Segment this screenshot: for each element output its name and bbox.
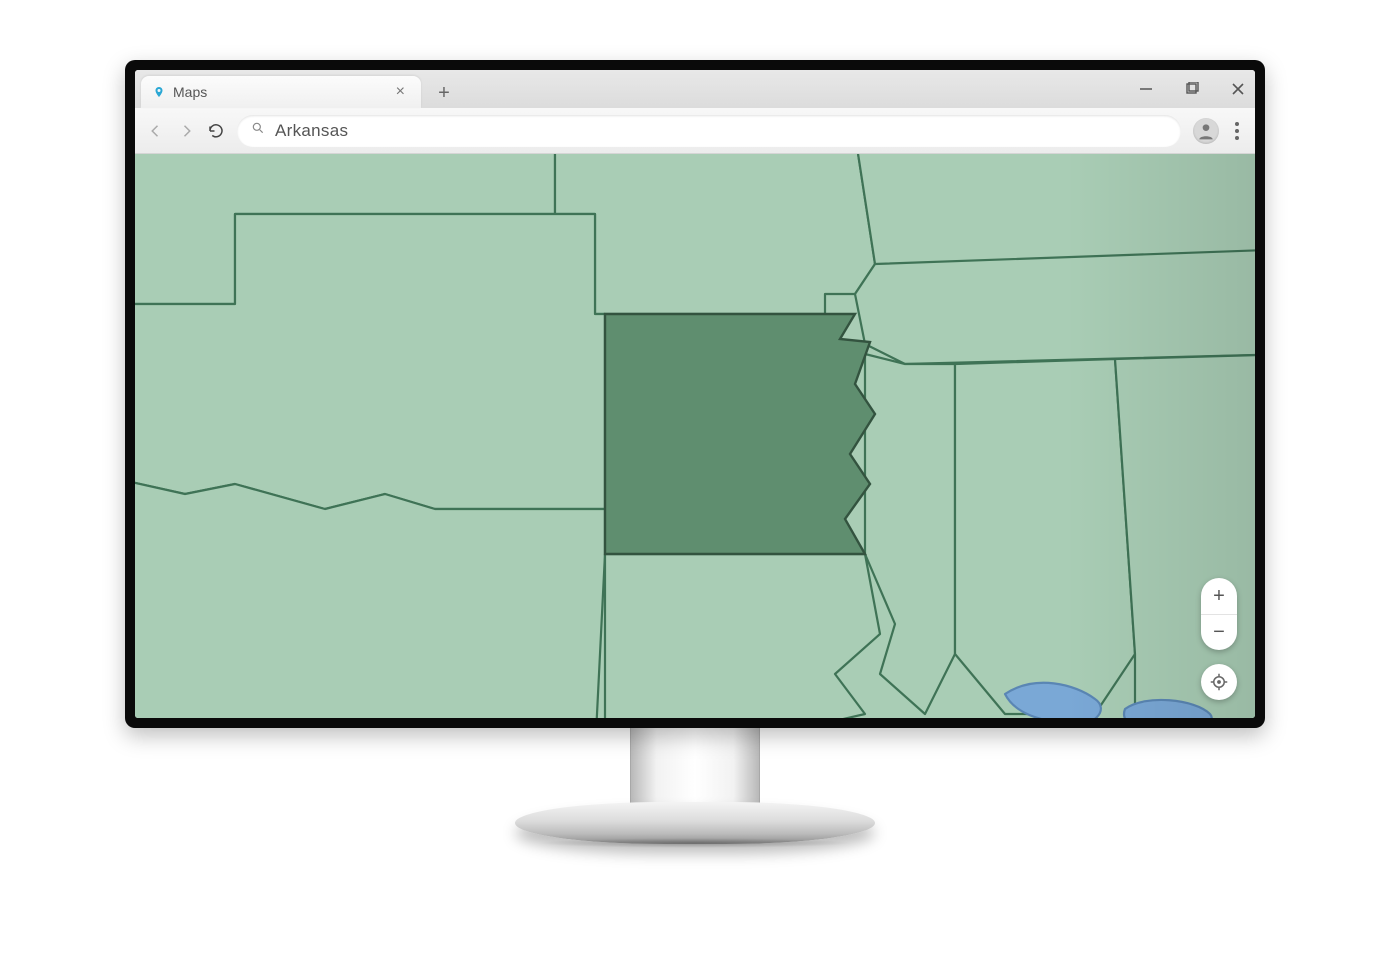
window-minimize-button[interactable] bbox=[1137, 80, 1155, 98]
zoom-in-button[interactable]: + bbox=[1201, 578, 1237, 614]
tab-close-button[interactable]: × bbox=[392, 82, 409, 102]
zoom-controls: + − bbox=[1201, 578, 1237, 650]
window-controls bbox=[1137, 70, 1247, 108]
map-pin-icon bbox=[153, 84, 165, 100]
map-svg bbox=[135, 154, 1255, 718]
monitor-bezel: Maps × + bbox=[125, 60, 1265, 728]
monitor: Maps × + bbox=[125, 60, 1265, 844]
profile-avatar-button[interactable] bbox=[1193, 118, 1219, 144]
new-tab-button[interactable]: + bbox=[429, 78, 459, 108]
nav-back-button[interactable] bbox=[147, 122, 165, 140]
omnibox[interactable]: Arkansas bbox=[237, 115, 1181, 147]
nav-forward-button[interactable] bbox=[177, 122, 195, 140]
browser-menu-button[interactable] bbox=[1231, 118, 1243, 144]
monitor-stand-base bbox=[515, 802, 875, 844]
window-maximize-button[interactable] bbox=[1183, 80, 1201, 98]
browser-tab-maps[interactable]: Maps × bbox=[141, 76, 421, 108]
zoom-out-button[interactable]: − bbox=[1201, 614, 1237, 650]
monitor-stand-neck bbox=[630, 728, 760, 808]
screen: Maps × + bbox=[135, 70, 1255, 718]
address-bar: Arkansas bbox=[135, 108, 1255, 154]
tab-title: Maps bbox=[173, 84, 384, 100]
region-arkansas bbox=[605, 314, 875, 554]
map-viewport[interactable]: + − bbox=[135, 154, 1255, 718]
search-icon bbox=[251, 121, 265, 140]
window-close-button[interactable] bbox=[1229, 80, 1247, 98]
omnibox-text: Arkansas bbox=[275, 121, 1167, 141]
nav-reload-button[interactable] bbox=[207, 122, 225, 140]
tab-strip: Maps × + bbox=[135, 70, 1255, 108]
locate-me-button[interactable] bbox=[1201, 664, 1237, 700]
